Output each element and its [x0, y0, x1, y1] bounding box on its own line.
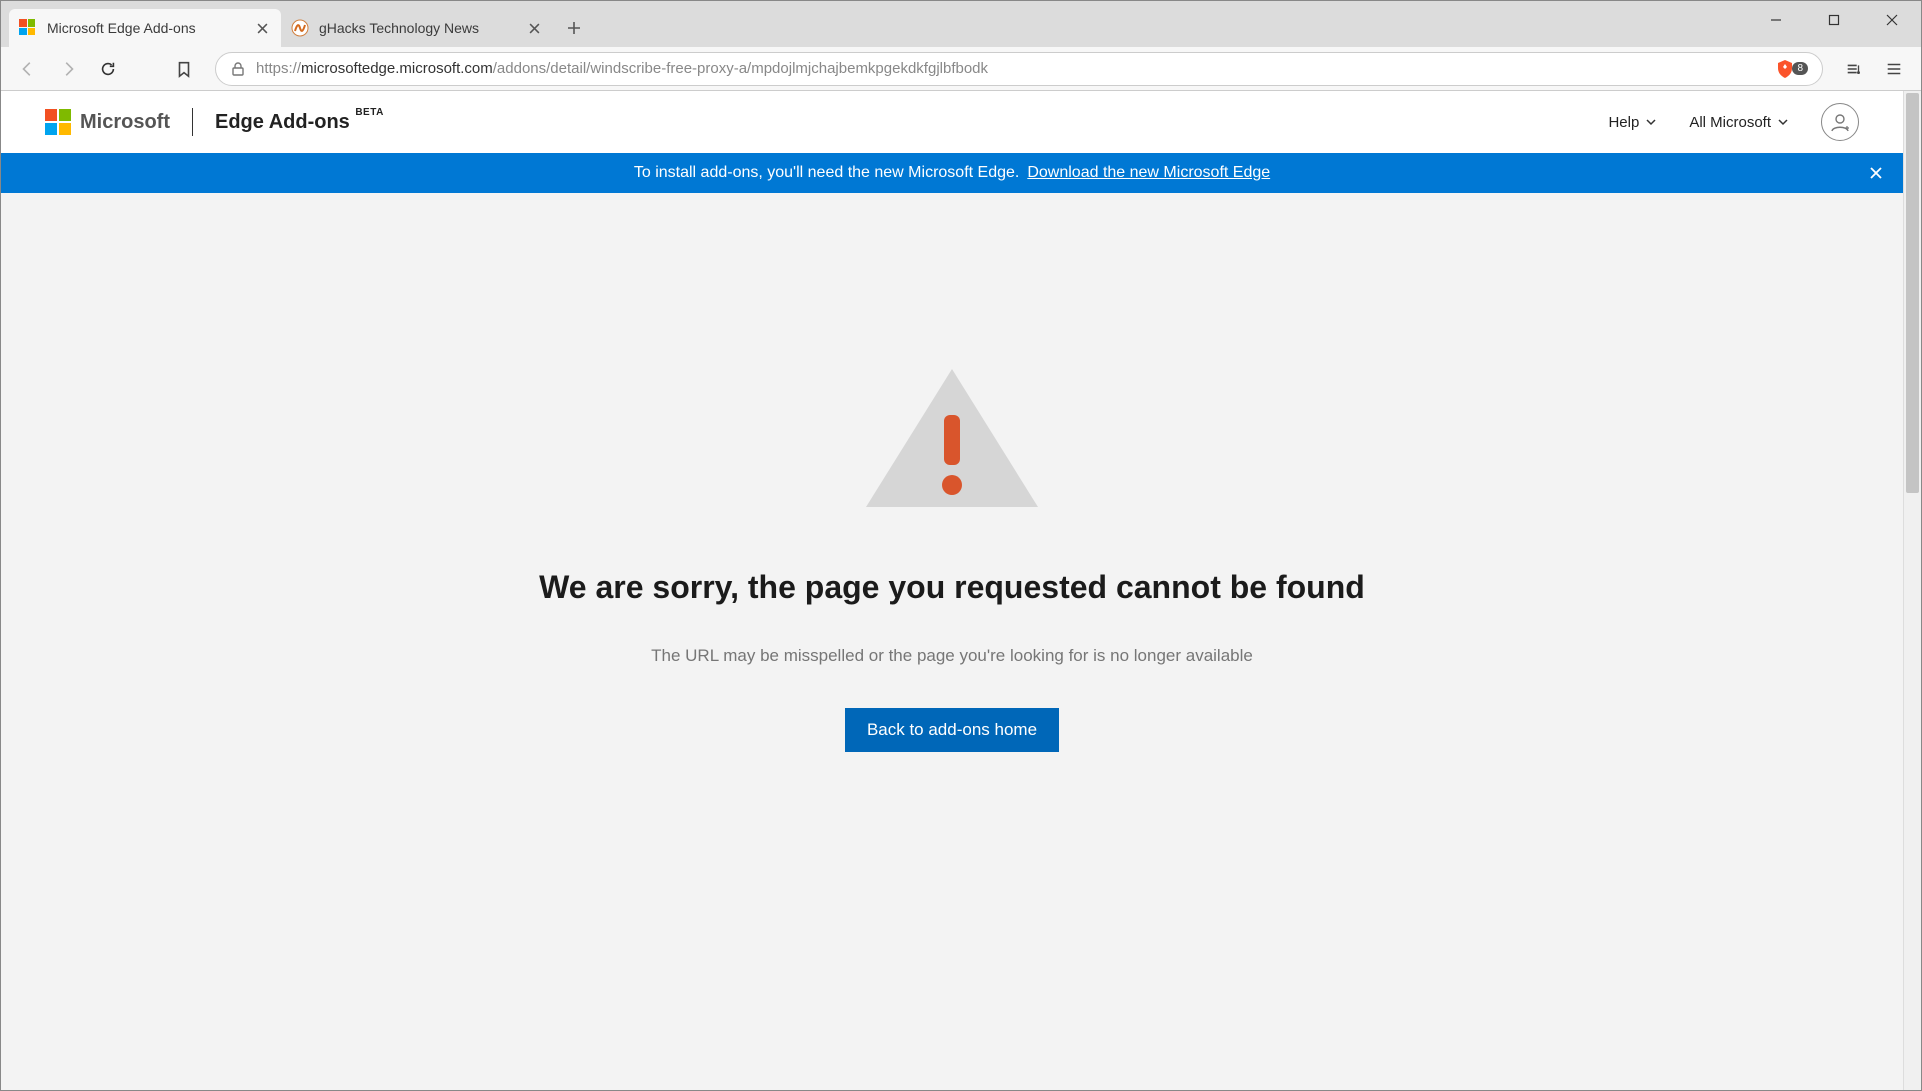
url-host: microsoftedge.microsoft.com: [301, 60, 493, 77]
site-title-text: Edge Add-ons: [215, 111, 350, 133]
media-control-button[interactable]: [1837, 52, 1871, 86]
close-tab-button[interactable]: [253, 19, 271, 37]
error-content: We are sorry, the page you requested can…: [1, 193, 1903, 1090]
site-title[interactable]: Edge Add-ons BETA: [215, 111, 350, 134]
viewport-wrap: Microsoft Edge Add-ons BETA Help All Mic…: [1, 91, 1921, 1090]
chevron-down-icon: [1645, 116, 1657, 128]
reload-button[interactable]: [91, 52, 125, 86]
shields-count: 8: [1792, 62, 1808, 75]
beta-badge: BETA: [355, 107, 383, 118]
tab-title: gHacks Technology News: [319, 20, 525, 36]
address-bar[interactable]: https://microsoftedge.microsoft.com/addo…: [215, 52, 1823, 86]
help-menu[interactable]: Help: [1608, 114, 1657, 131]
error-heading: We are sorry, the page you requested can…: [539, 569, 1365, 606]
scrollbar-thumb[interactable]: [1906, 93, 1919, 493]
window-titlebar: Microsoft Edge Add-ons gHacks Technology…: [1, 1, 1921, 47]
new-tab-button[interactable]: [557, 11, 591, 45]
microsoft-logo[interactable]: Microsoft: [45, 109, 170, 135]
help-label: Help: [1608, 114, 1639, 131]
forward-button[interactable]: [51, 52, 85, 86]
url-path: /addons/detail/windscribe-free-proxy-a/m…: [493, 60, 988, 77]
tab-title: Microsoft Edge Add-ons: [47, 20, 253, 36]
microsoft-logo-icon: [45, 109, 71, 135]
close-window-button[interactable]: [1863, 1, 1921, 39]
warning-icon: [862, 363, 1042, 513]
tab-active[interactable]: Microsoft Edge Add-ons: [9, 9, 281, 47]
app-menu-button[interactable]: [1877, 52, 1911, 86]
install-banner: To install add-ons, you'll need the new …: [1, 153, 1903, 193]
header-divider: [192, 108, 193, 136]
tab-inactive[interactable]: gHacks Technology News: [281, 9, 553, 47]
microsoft-logo-text: Microsoft: [80, 111, 170, 134]
chevron-down-icon: [1777, 116, 1789, 128]
window-controls: [1747, 1, 1921, 39]
maximize-button[interactable]: [1805, 1, 1863, 39]
brave-shields-button[interactable]: 8: [1774, 58, 1808, 80]
banner-text: To install add-ons, you'll need the new …: [634, 164, 1020, 182]
download-edge-link[interactable]: Download the new Microsoft Edge: [1027, 164, 1270, 182]
banner-close-button[interactable]: [1863, 160, 1889, 186]
browser-toolbar: https://microsoftedge.microsoft.com/addo…: [1, 47, 1921, 91]
site-header: Microsoft Edge Add-ons BETA Help All Mic…: [1, 91, 1903, 153]
tab-strip: Microsoft Edge Add-ons gHacks Technology…: [1, 1, 591, 47]
all-microsoft-label: All Microsoft: [1689, 114, 1771, 131]
ghacks-favicon: [291, 19, 309, 37]
lock-icon: [230, 61, 246, 77]
back-to-home-button[interactable]: Back to add-ons home: [845, 708, 1059, 752]
error-subtext: The URL may be misspelled or the page yo…: [651, 646, 1253, 666]
edge-addon-favicon: [19, 19, 37, 37]
sign-in-button[interactable]: [1821, 103, 1859, 141]
page-viewport: Microsoft Edge Add-ons BETA Help All Mic…: [1, 91, 1903, 1090]
bookmark-button[interactable]: [167, 52, 201, 86]
url-protocol: https://: [256, 60, 301, 77]
vertical-scrollbar[interactable]: [1903, 91, 1921, 1090]
minimize-button[interactable]: [1747, 1, 1805, 39]
all-microsoft-menu[interactable]: All Microsoft: [1689, 114, 1789, 131]
back-button[interactable]: [11, 52, 45, 86]
close-tab-button[interactable]: [525, 19, 543, 37]
